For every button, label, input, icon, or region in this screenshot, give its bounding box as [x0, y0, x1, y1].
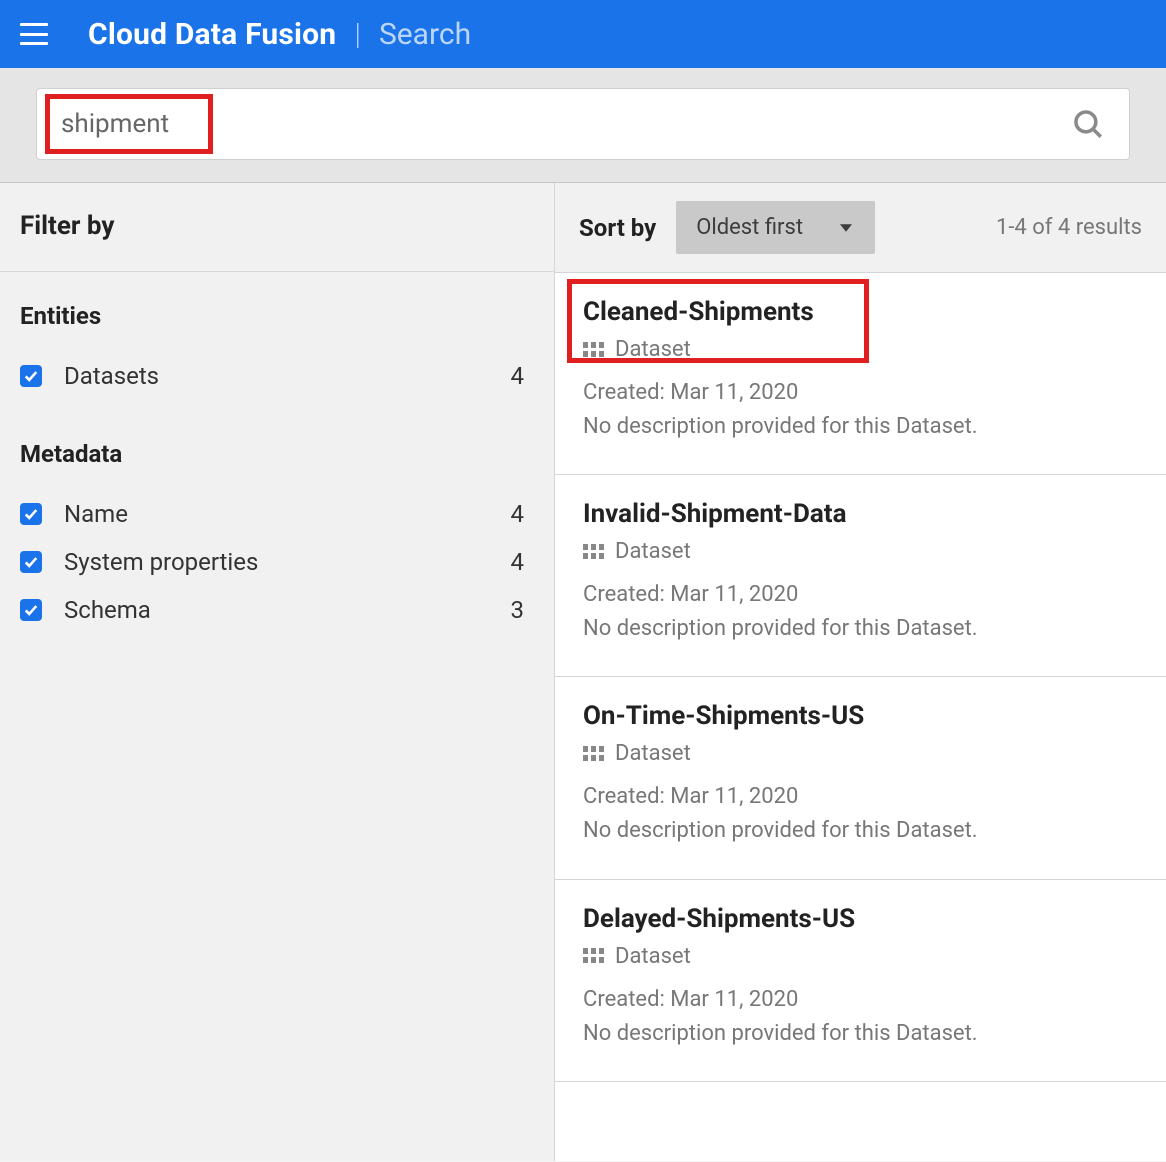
- result-created: Created: Mar 11, 2020: [583, 780, 1142, 814]
- search-bar-area: [0, 68, 1166, 183]
- dataset-icon: [583, 342, 605, 358]
- result-created: Created: Mar 11, 2020: [583, 578, 1142, 612]
- filter-count: 4: [511, 362, 525, 390]
- sort-selected-value: Oldest first: [696, 215, 803, 240]
- checkbox-icon[interactable]: [20, 365, 42, 387]
- result-title: On-Time-Shipments-US: [583, 701, 1142, 731]
- filter-count: 4: [511, 548, 525, 576]
- filter-label: Name: [64, 500, 511, 528]
- app-title: Cloud Data Fusion: [88, 17, 336, 52]
- result-item[interactable]: Delayed-Shipments-US Dataset Created: Ma…: [555, 880, 1166, 1082]
- results-count: 1-4 of 4 results: [996, 215, 1142, 240]
- sort-select[interactable]: Oldest first: [676, 201, 875, 254]
- result-type: Dataset: [583, 741, 1142, 766]
- result-description: No description provided for this Dataset…: [583, 1017, 1142, 1051]
- result-title: Cleaned-Shipments: [583, 297, 1142, 327]
- main-content: Filter by Entities Datasets 4 Metadata N…: [0, 183, 1166, 1161]
- result-created: Created: Mar 11, 2020: [583, 376, 1142, 410]
- title-divider: |: [354, 17, 361, 52]
- checkbox-icon[interactable]: [20, 599, 42, 621]
- result-type: Dataset: [583, 337, 1142, 362]
- filter-row-datasets[interactable]: Datasets 4: [20, 352, 524, 400]
- result-created: Created: Mar 11, 2020: [583, 983, 1142, 1017]
- result-title: Delayed-Shipments-US: [583, 904, 1142, 934]
- search-input[interactable]: [61, 109, 1071, 139]
- dataset-icon: [583, 948, 605, 964]
- result-description: No description provided for this Dataset…: [583, 612, 1142, 646]
- filter-label: Datasets: [64, 362, 511, 390]
- result-description: No description provided for this Dataset…: [583, 814, 1142, 848]
- sort-label: Sort by: [579, 214, 656, 242]
- checkbox-icon[interactable]: [20, 503, 42, 525]
- search-box: [36, 88, 1130, 160]
- sort-bar: Sort by Oldest first 1-4 of 4 results: [555, 183, 1166, 273]
- filter-count: 3: [511, 596, 525, 624]
- filter-row-name[interactable]: Name 4: [20, 490, 524, 538]
- dataset-icon: [583, 544, 605, 560]
- result-description: No description provided for this Dataset…: [583, 410, 1142, 444]
- filter-label: Schema: [64, 596, 511, 624]
- result-type-label: Dataset: [615, 944, 691, 969]
- result-item[interactable]: On-Time-Shipments-US Dataset Created: Ma…: [555, 677, 1166, 879]
- app-header: Cloud Data Fusion | Search: [0, 0, 1166, 68]
- filter-section-title: Metadata: [20, 440, 524, 468]
- result-type-label: Dataset: [615, 741, 691, 766]
- result-title: Invalid-Shipment-Data: [583, 499, 1142, 529]
- result-type: Dataset: [583, 539, 1142, 564]
- result-type-label: Dataset: [615, 539, 691, 564]
- search-icon[interactable]: [1071, 107, 1105, 141]
- hamburger-menu-icon[interactable]: [20, 23, 48, 45]
- filter-label: System properties: [64, 548, 511, 576]
- filter-row-system-properties[interactable]: System properties 4: [20, 538, 524, 586]
- filter-section-title: Entities: [20, 302, 524, 330]
- result-type: Dataset: [583, 944, 1142, 969]
- chevron-down-icon: [837, 219, 855, 237]
- filter-sidebar: Filter by Entities Datasets 4 Metadata N…: [0, 183, 555, 1161]
- filter-row-schema[interactable]: Schema 3: [20, 586, 524, 634]
- filter-section-entities: Entities Datasets 4: [0, 272, 554, 420]
- result-item[interactable]: Invalid-Shipment-Data Dataset Created: M…: [555, 475, 1166, 677]
- dataset-icon: [583, 746, 605, 762]
- page-title: Search: [379, 17, 471, 52]
- filter-count: 4: [511, 500, 525, 528]
- results-panel: Sort by Oldest first 1-4 of 4 results Cl…: [555, 183, 1166, 1161]
- filter-header: Filter by: [0, 183, 554, 272]
- filter-section-metadata: Metadata Name 4 System properties 4 Sche…: [0, 420, 554, 654]
- result-item[interactable]: Cleaned-Shipments Dataset Created: Mar 1…: [555, 273, 1166, 475]
- checkbox-icon[interactable]: [20, 551, 42, 573]
- result-type-label: Dataset: [615, 337, 691, 362]
